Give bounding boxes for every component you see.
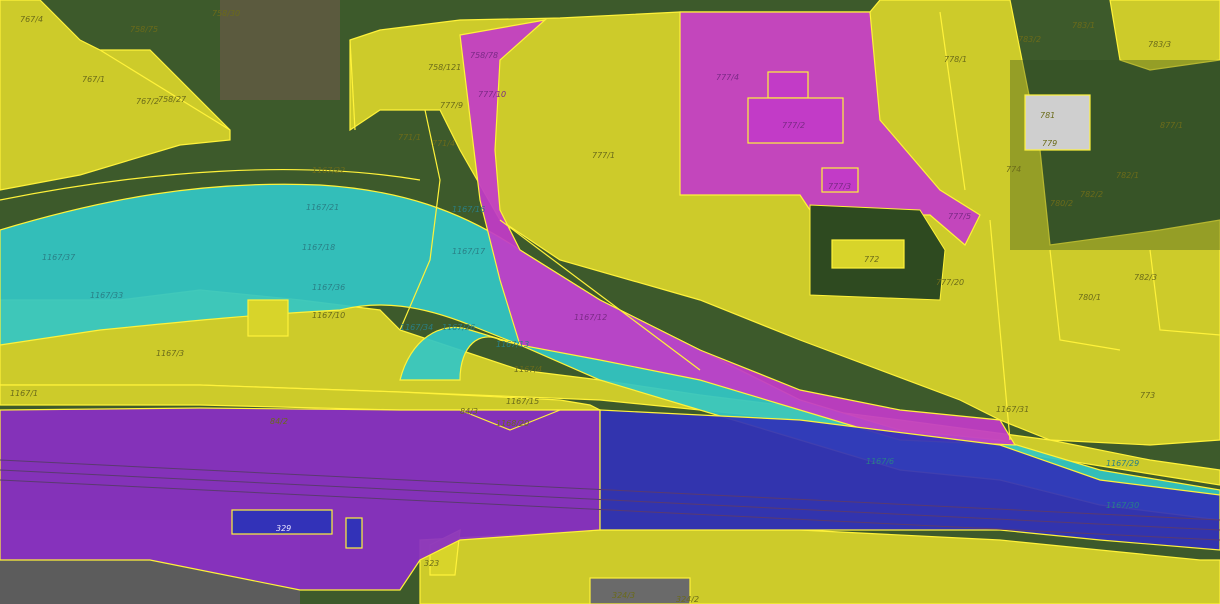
parcel-label: 1167/3 xyxy=(156,349,184,358)
parcel-label: 783/1 xyxy=(1072,21,1095,30)
parcel-label: 782/3 xyxy=(1134,273,1157,282)
parcel-label: 1167/16 xyxy=(452,205,485,214)
parcel-label: 877/1 xyxy=(1160,121,1183,130)
parcel-label: 782/2 xyxy=(1080,190,1103,199)
parcel-label: 781 xyxy=(1040,111,1055,120)
parcel-label: 84/3 xyxy=(460,407,478,416)
parcel-label: 324/3 xyxy=(612,591,635,600)
parcel-label: 1167/6 xyxy=(866,457,894,466)
parcel-label: 782/1 xyxy=(1116,171,1139,180)
parcel-label: 1167/15 xyxy=(506,397,539,406)
parcel-label: 1167/30 xyxy=(1106,501,1139,510)
parcel-label: 1167/26 xyxy=(442,323,475,332)
parcel-label: 777/9 xyxy=(440,101,463,110)
parcel-label: 1167/1 xyxy=(10,389,38,398)
parcel-label: 777/2 xyxy=(782,121,805,130)
map-canvas[interactable]: 758/30 758/75 767/1 767/2 758/27 767/4 7… xyxy=(0,0,1220,604)
parcel-label: 780/1 xyxy=(1078,293,1101,302)
parcel-label: 767/2 xyxy=(136,97,159,106)
building-329-annex[interactable] xyxy=(345,517,363,549)
parcel-label: 1167/34 xyxy=(400,323,433,332)
parcel-label: 1167/10 xyxy=(312,311,345,320)
parcel-label: 777/10 xyxy=(478,90,506,99)
parcel-label: 1167/36 xyxy=(312,283,345,292)
parcel-label: 777/5 xyxy=(948,212,971,221)
parcel-label: 1167/12 xyxy=(574,313,607,322)
parcel-label: 1167/13 xyxy=(496,340,529,349)
parcel-label: 1167/37 xyxy=(42,253,76,262)
parcel-label: 758/27 xyxy=(158,95,187,104)
parcel-label: 783/3 xyxy=(1148,40,1171,49)
parcel-label: 324/2 xyxy=(676,595,699,604)
parcel-label: 1167/22 xyxy=(312,166,345,175)
parcel-label: 771/4 xyxy=(432,139,455,148)
parcel-label: 1167/17 xyxy=(452,247,486,256)
parcel-label: 772 xyxy=(864,255,879,264)
parcel-label: 1167/4 xyxy=(514,365,542,374)
parcel-label: 1167/31 xyxy=(996,405,1029,414)
parcel-label: 758/75 xyxy=(130,25,158,34)
parcel-label: 1167/33 xyxy=(90,291,123,300)
yellow-zone-ne[interactable] xyxy=(1109,0,1220,71)
building-781[interactable] xyxy=(1024,94,1091,151)
parcel-label: 1167/21 xyxy=(306,203,339,212)
parcel-label: 779 xyxy=(1042,139,1057,148)
parcel-label: 780/2 xyxy=(1050,199,1073,208)
residential-trees xyxy=(1010,60,1220,250)
parcel-label: 771/1 xyxy=(398,133,421,142)
building-324[interactable] xyxy=(589,577,691,604)
cadastral-map[interactable]: 758/30 758/75 767/1 767/2 758/27 767/4 7… xyxy=(0,0,1220,604)
parcel-label: 767/1 xyxy=(82,75,105,84)
parcel-label: 778/1 xyxy=(944,55,967,64)
building-1167-10[interactable] xyxy=(247,299,289,337)
parcel-label: 329 xyxy=(276,524,291,533)
parcel-label: 777/20 xyxy=(936,278,964,287)
parcel-label: 783/2 xyxy=(1018,35,1041,44)
parcel-label: 774 xyxy=(1006,165,1021,174)
parcel-label: 773 xyxy=(1140,391,1155,400)
parcel-label: 84/2 xyxy=(270,417,288,426)
parcel-label: 758/78 xyxy=(470,51,498,60)
parcel-label: 777/3 xyxy=(828,182,851,191)
parcel-label: 323 xyxy=(424,559,439,568)
parcel-label: 777/4 xyxy=(716,73,739,82)
parcel-label: 1168/20 xyxy=(496,419,529,428)
parcel-label: 758/121 xyxy=(428,63,461,72)
parcel-label: 777/1 xyxy=(592,151,615,160)
parcel-label: 1167/18 xyxy=(302,243,335,252)
parcel-label: 1167/29 xyxy=(1106,459,1139,468)
parcel-label: 758/30 xyxy=(212,9,240,18)
building-777-2-upper[interactable] xyxy=(767,71,809,99)
parcel-label: 767/4 xyxy=(20,15,43,24)
